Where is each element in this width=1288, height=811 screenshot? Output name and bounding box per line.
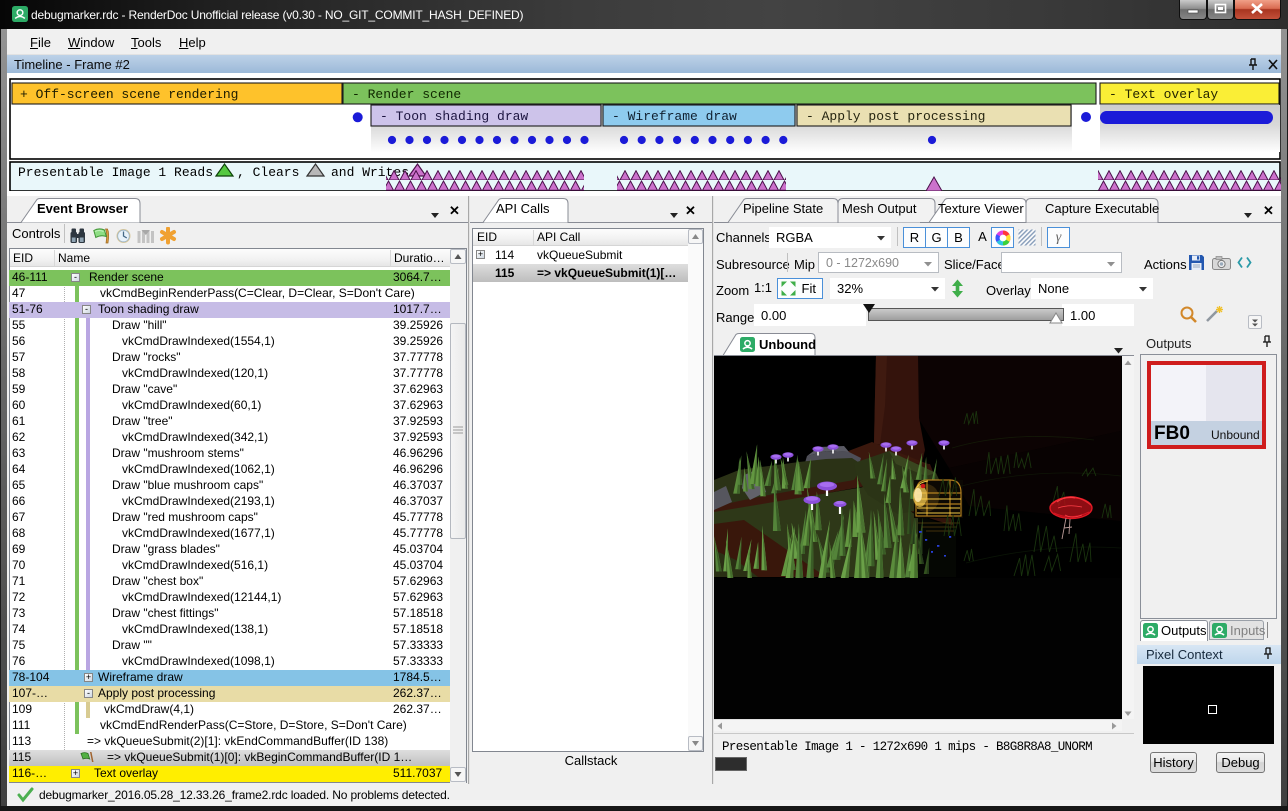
svg-text:+ Off-screen scene rendering: + Off-screen scene rendering: [20, 87, 238, 102]
svg-text:, Clears: , Clears: [237, 165, 299, 180]
svg-text:- Render scene: - Render scene: [352, 87, 461, 102]
svg-text:- Wireframe draw: - Wireframe draw: [612, 109, 737, 124]
svg-text:Presentable Image 1 Reads: Presentable Image 1 Reads: [18, 165, 213, 180]
svg-text:- Text overlay: - Text overlay: [1109, 87, 1218, 102]
svg-text:- Toon shading draw: - Toon shading draw: [380, 109, 528, 124]
svg-text:- Apply post processing: - Apply post processing: [806, 109, 985, 124]
